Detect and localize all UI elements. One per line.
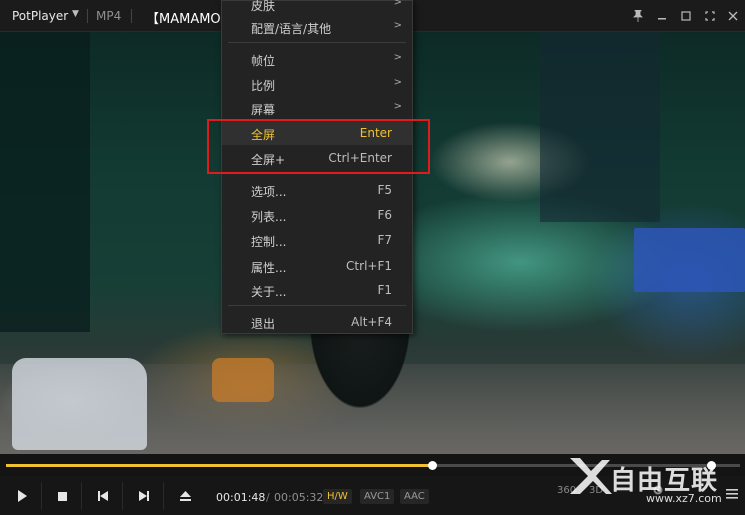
video-codec-badge[interactable]: AVC1 xyxy=(360,489,395,504)
menu-divider xyxy=(228,305,406,306)
menu-item-label: 屏幕 xyxy=(251,103,276,117)
maximize-icon[interactable] xyxy=(675,6,697,26)
menu-item-label: 属性... xyxy=(251,261,287,275)
minimize-icon[interactable] xyxy=(651,6,673,26)
menu-item-properties[interactable]: 属性... Ctrl+F1 xyxy=(222,254,412,278)
background-building xyxy=(0,32,90,332)
play-icon[interactable] xyxy=(3,482,42,510)
next-icon[interactable] xyxy=(125,482,164,510)
stop-icon[interactable] xyxy=(43,482,82,510)
white-car xyxy=(12,358,147,450)
time-separator: / xyxy=(266,491,270,504)
app-logo[interactable]: PotPlayer xyxy=(12,9,68,23)
menu-item-label: 比例 xyxy=(251,79,276,93)
menu-item-exit[interactable]: 退出 Alt+F4 xyxy=(222,310,412,334)
divider xyxy=(87,9,88,23)
watermark: 自由互联 www.xz7.com xyxy=(566,452,744,510)
menu-item-playlist[interactable]: 列表... F6 xyxy=(222,203,412,227)
menu-item-config-language[interactable]: 配置/语言/其他 > xyxy=(222,15,412,39)
menu-item-about[interactable]: 关于... F1 xyxy=(222,278,412,302)
chevron-right-icon: > xyxy=(393,52,402,63)
close-icon[interactable] xyxy=(722,6,744,26)
menu-item-label: 退出 xyxy=(251,317,276,331)
previous-icon[interactable] xyxy=(84,482,123,510)
audio-codec-badge[interactable]: AAC xyxy=(400,489,429,504)
seek-bar-handle[interactable] xyxy=(427,461,437,470)
menu-item-shortcut: Ctrl+F1 xyxy=(346,259,392,273)
watermark-x-logo xyxy=(570,458,612,494)
chevron-right-icon: > xyxy=(393,0,402,8)
fullscreen-icon[interactable] xyxy=(699,6,721,26)
menu-item-shortcut: F6 xyxy=(377,208,392,222)
background-building xyxy=(540,32,660,222)
menu-divider xyxy=(228,42,406,43)
menu-item-options[interactable]: 选项... F5 xyxy=(222,178,412,202)
current-time: 00:01:48 xyxy=(216,491,266,504)
menu-item-shortcut: F5 xyxy=(377,183,392,197)
chevron-right-icon: > xyxy=(393,77,402,88)
menu-item-control[interactable]: 控制... F7 xyxy=(222,228,412,252)
chevron-right-icon: > xyxy=(393,20,402,31)
annotation-highlight-box xyxy=(207,119,430,174)
road-sign xyxy=(634,228,745,292)
hw-decode-badge[interactable]: H/W xyxy=(323,489,352,504)
menu-item-shortcut: F7 xyxy=(377,233,392,247)
menu-item-label: 关于... xyxy=(251,285,287,299)
menu-item-label: 选项... xyxy=(251,185,287,199)
pin-icon[interactable] xyxy=(627,6,649,26)
chevron-down-icon[interactable]: ▼ xyxy=(72,9,79,19)
watermark-url: www.xz7.com xyxy=(646,492,722,505)
chevron-right-icon: > xyxy=(393,101,402,112)
divider xyxy=(131,9,132,23)
menu-item-shortcut: F1 xyxy=(377,283,392,297)
menu-item-label: 帧位 xyxy=(251,54,276,68)
menu-item-frame[interactable]: 帧位 > xyxy=(222,47,412,71)
menu-item-screen[interactable]: 屏幕 > xyxy=(222,96,412,120)
file-title: 【MAMAMO xyxy=(146,12,220,27)
menu-item-label: 控制... xyxy=(251,235,287,249)
menu-item-label: 列表... xyxy=(251,210,287,224)
orange-car xyxy=(212,358,274,402)
file-format-label: MP4 xyxy=(96,9,122,23)
total-duration: 00:05:32 xyxy=(274,491,324,504)
menu-item-skin[interactable]: 皮肤 > xyxy=(222,0,412,16)
menu-item-shortcut: Alt+F4 xyxy=(351,315,392,329)
seek-bar-progress xyxy=(6,464,432,467)
eject-icon[interactable] xyxy=(166,482,204,510)
menu-item-ratio[interactable]: 比例 > xyxy=(222,72,412,96)
menu-item-label: 皮肤 xyxy=(251,0,276,13)
menu-item-label: 配置/语言/其他 xyxy=(251,22,332,36)
